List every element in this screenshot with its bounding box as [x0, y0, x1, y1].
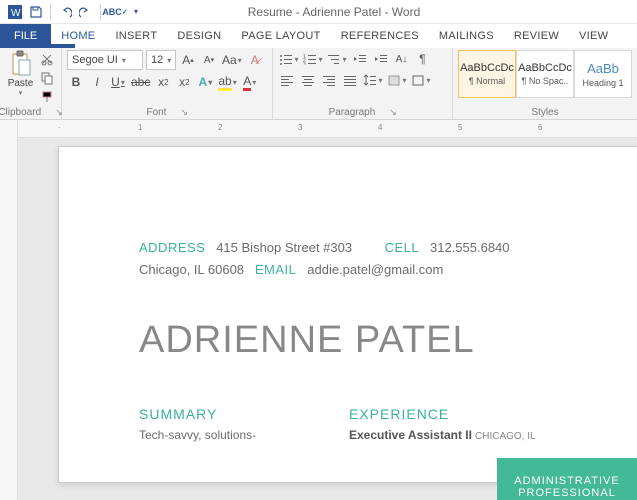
- strikethrough-button[interactable]: abc: [130, 73, 151, 91]
- bold-button[interactable]: B: [67, 73, 85, 91]
- superscript-button[interactable]: x2: [175, 73, 193, 91]
- tab-insert[interactable]: INSERT: [105, 24, 167, 48]
- tab-page-layout[interactable]: PAGE LAYOUT: [231, 24, 330, 48]
- style-name-label: Heading 1: [582, 78, 623, 88]
- paste-label: Paste: [8, 78, 34, 89]
- resume-name: ADRIENNE PATEL: [139, 319, 637, 362]
- tab-review[interactable]: REVIEW: [504, 24, 569, 48]
- style-preview: AaBbCcDc: [460, 62, 514, 74]
- subscript-button[interactable]: x2: [154, 73, 172, 91]
- window-title: Resume - Adrienne Patel - Word: [151, 5, 517, 19]
- tab-mailings[interactable]: MAILINGS: [429, 24, 504, 48]
- style-name-label: ¶ No Spac..: [522, 76, 569, 86]
- contact-block: ADDRESS 415 Bishop Street #303 CELL 312.…: [139, 237, 637, 281]
- font-dialog-launcher-icon[interactable]: ↘: [180, 107, 188, 118]
- clear-formatting-icon[interactable]: A̷: [246, 51, 264, 69]
- summary-text: Tech-savvy, solutions-: [139, 428, 299, 442]
- font-name-combo[interactable]: Segoe UI▾: [67, 50, 143, 70]
- shrink-font-icon[interactable]: A▾: [200, 51, 218, 69]
- styles-group-label: Styles: [531, 107, 558, 118]
- decrease-indent-icon[interactable]: [351, 50, 369, 68]
- shading-icon[interactable]: ▾: [386, 71, 407, 89]
- job-location: CHICAGO, IL: [475, 431, 536, 442]
- clipboard-group-label: Clipboard: [0, 107, 41, 118]
- svg-text:W: W: [11, 8, 21, 19]
- line-spacing-icon[interactable]: ▾: [362, 71, 383, 89]
- style-normal[interactable]: AaBbCcDc ¶ Normal: [458, 50, 516, 98]
- increase-indent-icon[interactable]: [372, 50, 390, 68]
- badge-line1: ADMINISTRATIVE: [514, 475, 619, 487]
- undo-icon[interactable]: [56, 3, 74, 21]
- vertical-ruler[interactable]: [0, 120, 18, 500]
- title-badge: ADMINISTRATIVE PROFESSIONAL: [497, 458, 637, 500]
- svg-text:3: 3: [303, 62, 306, 65]
- sort-icon[interactable]: A↓: [393, 50, 411, 68]
- show-marks-icon[interactable]: ¶: [414, 50, 432, 68]
- borders-icon[interactable]: ▾: [410, 71, 431, 89]
- underline-button[interactable]: U▾: [109, 73, 127, 91]
- paste-button[interactable]: Paste ▾: [5, 50, 36, 97]
- italic-button[interactable]: I: [88, 73, 106, 91]
- multilevel-list-icon[interactable]: ▾: [326, 50, 347, 68]
- numbering-icon[interactable]: 123▾: [302, 50, 323, 68]
- address-label: ADDRESS: [139, 240, 205, 255]
- format-painter-icon[interactable]: [38, 88, 56, 106]
- paragraph-dialog-launcher-icon[interactable]: ↘: [389, 107, 397, 118]
- style-preview: AaBbCcDc: [518, 62, 572, 74]
- style-name-label: ¶ Normal: [469, 76, 505, 86]
- cell-value: 312.555.6840: [430, 240, 510, 255]
- cell-label: CELL: [385, 240, 420, 255]
- cut-icon[interactable]: [38, 50, 56, 68]
- horizontal-ruler[interactable]: · 1 2 3 4 5 6: [18, 120, 637, 138]
- tab-home-label: HOME: [61, 30, 95, 42]
- tab-references[interactable]: REFERENCES: [331, 24, 429, 48]
- justify-icon[interactable]: [341, 71, 359, 89]
- style-heading-1[interactable]: AaBb Heading 1: [574, 50, 632, 98]
- document-workspace[interactable]: ADDRESS 415 Bishop Street #303 CELL 312.…: [18, 138, 637, 500]
- email-value: addie.patel@gmail.com: [307, 262, 443, 277]
- qat-customize-icon[interactable]: ▾: [127, 3, 145, 21]
- tab-view[interactable]: VIEW: [569, 24, 618, 48]
- spellcheck-icon[interactable]: ABC✓: [106, 3, 124, 21]
- font-color-icon[interactable]: A▾: [241, 73, 259, 91]
- experience-heading: EXPERIENCE: [349, 406, 536, 422]
- style-no-spacing[interactable]: AaBbCcDc ¶ No Spac..: [516, 50, 574, 98]
- change-case-icon[interactable]: Aa▾: [221, 51, 243, 69]
- bullets-icon[interactable]: ▾: [278, 50, 299, 68]
- font-size-combo[interactable]: 12▾: [146, 50, 176, 70]
- style-preview: AaBb: [587, 61, 619, 76]
- document-page[interactable]: ADDRESS 415 Bishop Street #303 CELL 312.…: [58, 146, 637, 483]
- summary-heading: SUMMARY: [139, 406, 299, 422]
- tab-design[interactable]: DESIGN: [167, 24, 231, 48]
- tab-file[interactable]: FILE: [0, 24, 51, 48]
- copy-icon[interactable]: [38, 69, 56, 87]
- badge-line2: PROFESSIONAL: [518, 487, 616, 499]
- font-size-value: 12: [151, 54, 163, 66]
- align-left-icon[interactable]: [278, 71, 296, 89]
- align-right-icon[interactable]: [320, 71, 338, 89]
- word-app-icon[interactable]: W: [6, 3, 24, 21]
- city-value: Chicago, IL 60608: [139, 262, 244, 277]
- highlight-color-icon[interactable]: ab▾: [217, 73, 237, 91]
- redo-icon[interactable]: [77, 3, 95, 21]
- font-name-value: Segoe UI: [72, 54, 118, 66]
- address-value: 415 Bishop Street #303: [216, 240, 352, 255]
- paragraph-group-label: Paragraph: [329, 107, 376, 118]
- job-title: Executive Assistant II: [349, 428, 472, 442]
- email-label: EMAIL: [255, 262, 297, 277]
- text-effects-icon[interactable]: A▾: [196, 73, 214, 91]
- align-center-icon[interactable]: [299, 71, 317, 89]
- save-icon[interactable]: [27, 3, 45, 21]
- tab-home[interactable]: HOME: [51, 24, 105, 48]
- grow-font-icon[interactable]: A▴: [179, 51, 197, 69]
- font-group-label: Font: [146, 107, 166, 118]
